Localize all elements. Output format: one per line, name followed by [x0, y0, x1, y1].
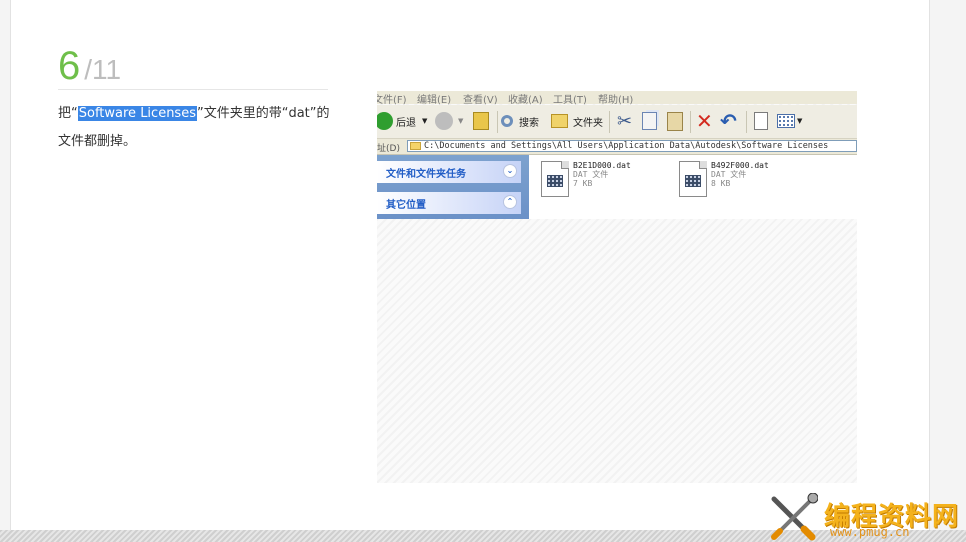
- views-icon: [777, 114, 795, 128]
- file-item[interactable]: B492F000.dat DAT 文件 8 KB: [673, 161, 813, 201]
- task-file-folder[interactable]: 文件和文件夹任务 ⌄: [377, 161, 521, 183]
- paste-button[interactable]: [667, 110, 683, 132]
- task-file-folder-label: 文件和文件夹任务: [386, 168, 466, 180]
- dropdown-icon[interactable]: ▼: [422, 117, 427, 125]
- task-other-places-label: 其它位置: [386, 199, 426, 211]
- address-bar: 址(D) C:\Documents and Settings\All Users…: [377, 139, 857, 155]
- copy-button[interactable]: [642, 110, 657, 132]
- dropdown-icon[interactable]: ▼: [458, 117, 463, 125]
- file-name: B492F000.dat: [711, 161, 769, 170]
- instruction-line2: 文件都删掉。: [58, 134, 137, 149]
- menu-view[interactable]: 查看(V): [463, 91, 498, 106]
- file-list: B2E1D000.dat DAT 文件 7 KB B492F000.dat DA…: [529, 155, 857, 219]
- folders-button[interactable]: 文件夹: [551, 110, 603, 132]
- dat-file-icon: [679, 161, 707, 197]
- undo-icon: ↶: [720, 109, 737, 133]
- instruction-text: 把“Software Licenses”文件夹里的带“dat”的 文件都删掉。: [58, 100, 338, 156]
- folder-icon: [410, 142, 421, 150]
- delete-button[interactable]: ✕: [696, 109, 713, 133]
- instruction-suffix: ”文件夹里的带“dat”的: [196, 106, 330, 121]
- file-size: 8 KB: [711, 179, 731, 188]
- step-total: 11: [92, 54, 122, 85]
- watermark-url: www.pmug.cn: [830, 525, 910, 539]
- chevron-down-icon[interactable]: ⌄: [503, 164, 517, 178]
- menu-edit[interactable]: 编辑(E): [417, 91, 451, 106]
- menu-help[interactable]: 帮助(H): [598, 91, 633, 106]
- search-button[interactable]: 搜索: [501, 110, 539, 132]
- step-number: 6: [58, 44, 81, 88]
- up-folder-button[interactable]: [473, 110, 489, 132]
- instruction-prefix: 把“: [58, 106, 78, 121]
- divider: [58, 89, 328, 90]
- menu-favorites[interactable]: 收藏(A): [508, 91, 543, 106]
- views-button[interactable]: ▼: [777, 110, 802, 132]
- dat-file-icon: [541, 161, 569, 197]
- back-label: 后退: [396, 117, 416, 129]
- task-other-places[interactable]: 其它位置 ⌃: [377, 192, 521, 214]
- explorer-screenshot: 文件(F) 编辑(E) 查看(V) 收藏(A) 工具(T) 帮助(H) 后退 ▼…: [377, 91, 857, 483]
- chevron-up-icon[interactable]: ⌃: [503, 195, 517, 209]
- address-label: 址(D): [377, 144, 400, 154]
- address-input[interactable]: C:\Documents and Settings\All Users\Appl…: [407, 140, 857, 152]
- scissors-icon: ✂: [617, 110, 633, 132]
- search-icon: [501, 115, 513, 127]
- menu-bar: 文件(F) 编辑(E) 查看(V) 收藏(A) 工具(T) 帮助(H): [377, 91, 857, 106]
- file-type: DAT 文件: [711, 170, 747, 179]
- up-folder-icon: [473, 112, 489, 130]
- properties-button[interactable]: [754, 110, 768, 132]
- address-path: C:\Documents and Settings\All Users\Appl…: [424, 141, 829, 151]
- folder-icon: [551, 114, 568, 128]
- file-item[interactable]: B2E1D000.dat DAT 文件 7 KB: [535, 161, 675, 201]
- menu-file[interactable]: 文件(F): [377, 91, 407, 106]
- cut-button[interactable]: ✂: [617, 110, 632, 132]
- back-arrow-icon: [377, 112, 393, 130]
- step-separator: /: [84, 54, 93, 85]
- folders-label: 文件夹: [573, 117, 603, 129]
- step-counter: 6/11: [58, 44, 121, 89]
- undo-button[interactable]: ↶: [720, 109, 737, 133]
- toolbar: 后退 ▼ ▼ 搜索 文件夹 ✂ ✕ ↶ ▼: [377, 105, 857, 139]
- file-name: B2E1D000.dat: [573, 161, 631, 170]
- copy-icon: [642, 112, 657, 130]
- task-pane: 文件和文件夹任务 ⌄ 其它位置 ⌃: [377, 155, 529, 219]
- properties-icon: [754, 112, 768, 130]
- file-size: 7 KB: [573, 179, 593, 188]
- back-button[interactable]: 后退 ▼: [377, 110, 427, 132]
- paste-icon: [667, 111, 683, 131]
- tools-icon: [771, 493, 818, 541]
- highlighted-folder-name: Software Licenses: [77, 106, 197, 121]
- menu-tools[interactable]: 工具(T): [553, 91, 587, 106]
- forward-arrow-icon: [435, 112, 453, 130]
- forward-button[interactable]: ▼: [435, 110, 463, 132]
- search-label: 搜索: [519, 117, 539, 129]
- delete-x-icon: ✕: [696, 109, 713, 133]
- dropdown-icon[interactable]: ▼: [797, 117, 802, 125]
- file-type: DAT 文件: [573, 170, 609, 179]
- watermark: 编程资料网 www.pmug.cn: [768, 493, 966, 542]
